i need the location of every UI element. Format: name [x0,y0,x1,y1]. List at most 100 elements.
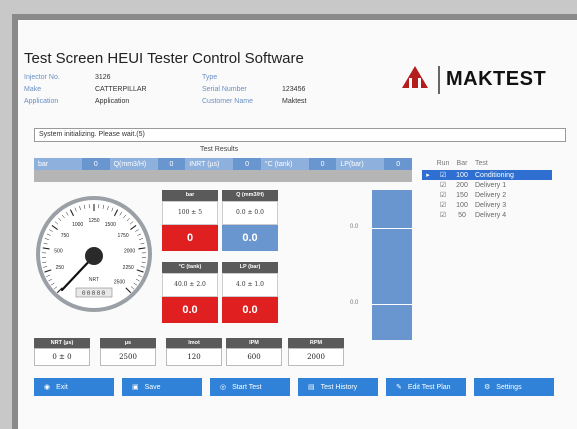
edit-icon: ✎ [396,384,402,391]
tile-header: LP (bar) [222,262,278,273]
tile-header: bar [162,190,218,201]
box-header: NRT (µs) [34,338,90,348]
exit-button-label: Exit [56,383,68,391]
run-checkbox[interactable]: ☑ [434,181,452,189]
brand-name: MAKTEST [446,68,547,90]
box-value: 120 [166,348,222,366]
run-bar: 100 [456,201,468,209]
customer-value: Maktest [282,98,307,105]
run-bar: 200 [456,181,468,189]
save-button[interactable]: ▣ Save [122,378,202,396]
type-label: Type [202,74,218,81]
run-checkbox[interactable]: ☑ [434,191,452,199]
us-box: µs 2500 [100,338,156,366]
run-list: Run Bar Test ▸ ☑ 100 Conditioning ☑ 200 … [422,160,552,220]
box-header: IPM [226,338,282,348]
rpm-gauge: 250 500 7501000 1250 15001750 2000 2250 2500 NR… [36,196,152,312]
gauge-hub [85,247,103,265]
vbar-mark-mid: 0.0 [350,300,359,306]
application-label: Application [24,98,59,105]
settings-button[interactable]: ⚙ Settings [474,378,554,396]
strip-key: Q(mm3/H) [109,158,158,170]
gauge-tick-label: 1000 [72,222,83,228]
tile-tolerance: 40.0 ± 2.0 [162,273,218,297]
strip-cell-q: Q(mm3/H) 0 [109,158,186,170]
button-bar: ◉ Exit ▣ Save ◎ Start Test ▤ Test History ✎ E… [34,378,566,396]
tile-temp: °C (tank) 40.0 ± 2.0 0.0 [162,262,218,323]
strip-value: 0 [320,160,325,168]
run-test: Delivery 3 [475,201,507,209]
level-bar [372,190,412,340]
strip-value: 0 [245,160,249,168]
tile-value: 0.0 [222,225,278,251]
run-bar: 100 [456,171,468,179]
tile-tolerance: 100 ± 5 [162,201,218,225]
strip-cell-inrt: INRT (µs) 0 [185,158,261,170]
run-test: Delivery 1 [475,181,507,189]
history-icon: ▤ [308,384,315,391]
gauge-tick-label: 750 [61,233,70,239]
run-checkbox[interactable]: ☑ [434,171,452,179]
edit-test-plan-button[interactable]: ✎ Edit Test Plan [386,378,466,396]
exit-icon: ◉ [44,384,51,391]
injector-no-value: 3126 [95,74,111,81]
run-test: Conditioning [475,171,514,179]
edit-test-plan-button-label: Edit Test Plan [407,383,451,391]
box-value: 600 [226,348,282,366]
box-header: µs [100,338,156,348]
imot-box: Imot 120 [166,338,222,366]
tile-header: °C (tank) [162,262,218,273]
start-test-button-label: Start Test [232,383,262,391]
live-values-strip: bar 0 Q(mm3/H) 0 INRT (µs) 0 °C (tank) 0 LP(… [34,158,412,170]
strip-cell-bar: bar 0 [34,158,110,170]
strip-cell-temp: °C (tank) 0 [260,158,337,170]
box-header: Imot [166,338,222,348]
strip-band [34,170,412,182]
level-bar-divider [372,228,412,229]
application-value: Application [95,98,130,105]
run-row[interactable]: ☑ 100 Delivery 3 [422,200,552,210]
make-label: Make [24,86,42,93]
run-checkbox[interactable]: ☑ [434,201,452,209]
strip-key: °C (tank) [260,158,309,170]
save-icon: ▣ [132,384,139,391]
serial-value: 123456 [282,86,306,93]
tile-lp: LP (bar) 4.0 ± 1.0 0.0 [222,262,278,323]
run-row[interactable]: ☑ 150 Delivery 2 [422,190,552,200]
box-header: RPM [288,338,344,348]
page-title: Test Screen HEUI Tester Control Software [24,50,304,67]
gauge-odometer: 00000 [82,289,107,297]
gauge-tick-label: 2000 [124,248,135,254]
run-checkbox[interactable]: ☑ [434,211,452,219]
box-value: 2000 [288,348,344,366]
tile-value: 0 [162,225,218,251]
strip-value: 0 [93,160,98,168]
tile-value: 0.0 [162,297,218,323]
save-button-label: Save [144,383,161,391]
gauge-tick-label: 1250 [88,218,99,224]
strip-value: 0 [396,160,401,168]
brand-divider [438,66,440,94]
strip-key: bar [34,158,83,170]
exit-button[interactable]: ◉ Exit [34,378,114,396]
rpm-box: RPM 2000 [288,338,344,366]
level-bar-divider [372,304,412,305]
test-history-button-label: Test History [320,383,358,391]
nrt-box: NRT (µs) 0 ± 0 [34,338,90,366]
vbar-mark-top: 0.0 [350,224,359,230]
run-row[interactable]: ☑ 50 Delivery 4 [422,210,552,220]
injector-no-label: Injector No. [24,74,60,81]
gauge-tick-label: 1750 [118,233,129,239]
test-col-header: Test [475,160,488,167]
run-row[interactable]: ☑ 200 Delivery 1 [422,180,552,190]
gauge-tick-label: 1500 [105,222,116,228]
tile-tolerance: 0.0 ± 0.0 [222,201,278,225]
run-bar: 150 [456,191,468,199]
strip-key: LP(bar) [336,158,385,170]
start-test-button[interactable]: ◎ Start Test [210,378,290,396]
strip-value: 0 [169,160,174,168]
test-history-button[interactable]: ▤ Test History [298,378,378,396]
strip-cell-lp: LP(bar) 0 [336,158,412,170]
customer-label: Customer Name [202,98,253,105]
run-row[interactable]: ▸ ☑ 100 Conditioning [422,170,552,180]
